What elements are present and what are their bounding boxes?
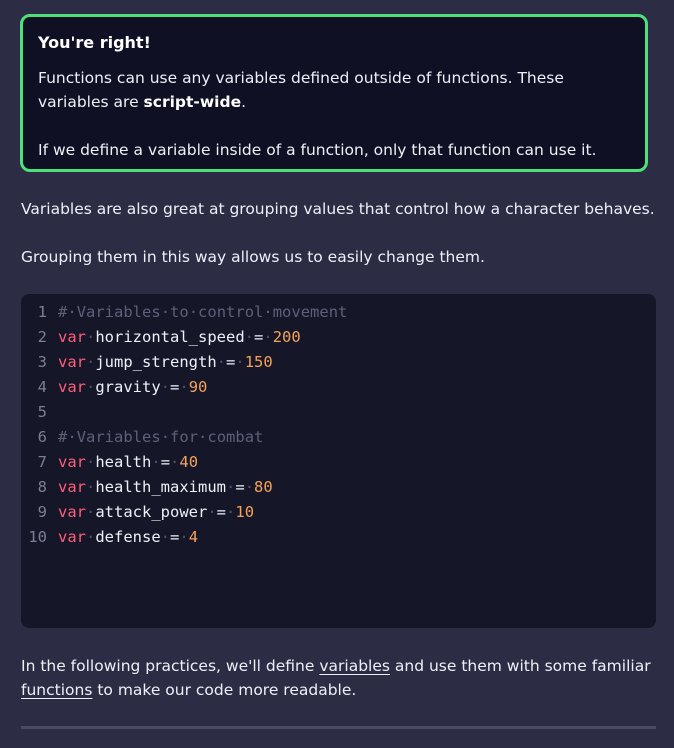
functions-link[interactable]: functions — [21, 681, 92, 699]
callout-text-1-bold: script-wide — [143, 93, 242, 111]
code-operator: = — [160, 453, 171, 471]
code-identifier: defense — [95, 528, 161, 546]
whitespace-dot: · — [160, 528, 171, 546]
line-number: 10 — [28, 528, 47, 546]
code-keyword: var — [58, 328, 86, 346]
code-keyword: var — [58, 353, 86, 371]
code-line: 10 var·defense·=·4 — [21, 525, 656, 550]
whitespace-dot: · — [170, 453, 180, 471]
code-line: 9 var·attack_power·=·10 — [21, 500, 656, 525]
divider — [21, 726, 656, 729]
callout-title: You're right! — [38, 33, 151, 52]
code-identifier: horizontal_speed — [95, 328, 245, 346]
line-number: 1 — [37, 303, 47, 321]
lesson-page: You're right! Functions can use any vari… — [0, 0, 674, 748]
whitespace-dot: · — [86, 353, 96, 371]
code-operator: = — [226, 353, 236, 371]
whitespace-dot: · — [226, 503, 236, 521]
footer-text-before: In the following practices, we'll define — [21, 657, 320, 675]
line-number: 2 — [37, 328, 47, 346]
code-number: 90 — [188, 378, 208, 396]
line-content: var·horizontal_speed·=·200 — [58, 325, 301, 350]
whitespace-dot: · — [86, 478, 96, 496]
code-identifier: gravity — [95, 378, 161, 396]
code-identifier: attack_power — [95, 503, 208, 521]
code-operator: = — [170, 528, 180, 546]
whitespace-dot: · — [179, 528, 189, 546]
code-line: 6 #·Variables·for·combat — [21, 425, 656, 450]
line-number: 4 — [37, 378, 47, 396]
code-comment: #·Variables·to·control·movement — [58, 303, 348, 321]
line-number: 9 — [37, 503, 47, 521]
code-identifier: health — [95, 453, 152, 471]
whitespace-dot: · — [151, 453, 161, 471]
line-number: 5 — [37, 403, 47, 421]
line-content: var·attack_power·=·10 — [58, 500, 254, 525]
feedback-callout: You're right! Functions can use any vari… — [20, 14, 648, 172]
code-line: 7 var·health·=·40 — [21, 450, 656, 475]
paragraph-grouping: Variables are also great at grouping val… — [21, 200, 655, 218]
code-identifier: jump_strength — [95, 353, 217, 371]
whitespace-dot: · — [179, 378, 189, 396]
whitespace-dot: · — [263, 328, 273, 346]
code-keyword: var — [58, 503, 86, 521]
whitespace-dot: · — [86, 378, 96, 396]
line-content: #·Variables·to·control·movement — [58, 300, 347, 325]
code-line: 5 — [21, 400, 656, 425]
whitespace-dot: · — [216, 353, 227, 371]
code-number: 150 — [244, 353, 273, 371]
whitespace-dot: · — [226, 478, 236, 496]
whitespace-dot: · — [86, 503, 96, 521]
whitespace-dot: · — [160, 378, 171, 396]
code-operator: = — [235, 478, 245, 496]
whitespace-dot: · — [235, 353, 245, 371]
line-content: var·defense·=·4 — [58, 525, 198, 550]
footer-text-middle: and use them with some familiar — [389, 657, 651, 675]
footer-text-after: to make our code more readable. — [92, 681, 357, 699]
code-operator: = — [216, 503, 227, 521]
whitespace-dot: · — [86, 328, 96, 346]
code-number: 4 — [188, 528, 199, 546]
line-content: var·jump_strength·=·150 — [58, 350, 273, 375]
code-line: 8 var·health_maximum·=·80 — [21, 475, 656, 500]
line-content: var·health·=·40 — [58, 450, 198, 475]
line-content: #·Variables·for·combat — [58, 425, 263, 450]
whitespace-dot: · — [86, 453, 96, 471]
code-line: 1 #·Variables·to·control·movement — [21, 300, 656, 325]
code-comment: #·Variables·for·combat — [58, 428, 264, 446]
code-identifier: health_maximum — [95, 478, 226, 496]
callout-text-1: Functions can use any variables defined … — [38, 66, 630, 114]
code-operator: = — [170, 378, 180, 396]
code-number: 40 — [179, 453, 199, 471]
code-keyword: var — [58, 453, 86, 471]
code-block: 1 #·Variables·to·control·movement 2 var·hor… — [21, 294, 656, 628]
whitespace-dot: · — [244, 478, 255, 496]
code-number: 200 — [272, 328, 301, 346]
callout-text-2: If we define a variable inside of a func… — [38, 141, 597, 159]
line-content: var·health_maximum·=·80 — [58, 475, 273, 500]
code-number: 80 — [254, 478, 273, 496]
code-line: 2 var·horizontal_speed·=·200 — [21, 325, 656, 350]
code-keyword: var — [58, 378, 86, 396]
code-keyword: var — [58, 478, 86, 496]
callout-text-1-before: Functions can use any variables defined … — [38, 69, 564, 111]
line-number: 7 — [37, 453, 47, 471]
code-line: 3 var·jump_strength·=·150 — [21, 350, 656, 375]
code-operator: = — [254, 328, 264, 346]
line-number: 6 — [37, 428, 47, 446]
callout-text-1-after: . — [241, 93, 247, 111]
code-number: 10 — [235, 503, 255, 521]
code-keyword: var — [58, 528, 86, 546]
whitespace-dot: · — [244, 328, 254, 346]
line-content: var·gravity·=·90 — [58, 375, 207, 400]
code-line: 4 var·gravity·=·90 — [21, 375, 656, 400]
whitespace-dot: · — [207, 503, 217, 521]
variables-link[interactable]: variables — [319, 657, 390, 675]
line-number: 3 — [37, 353, 47, 371]
line-number: 8 — [37, 478, 47, 496]
paragraph-following: In the following practices, we'll define… — [21, 654, 651, 702]
paragraph-change: Grouping them in this way allows us to e… — [21, 248, 485, 266]
whitespace-dot: · — [86, 528, 96, 546]
